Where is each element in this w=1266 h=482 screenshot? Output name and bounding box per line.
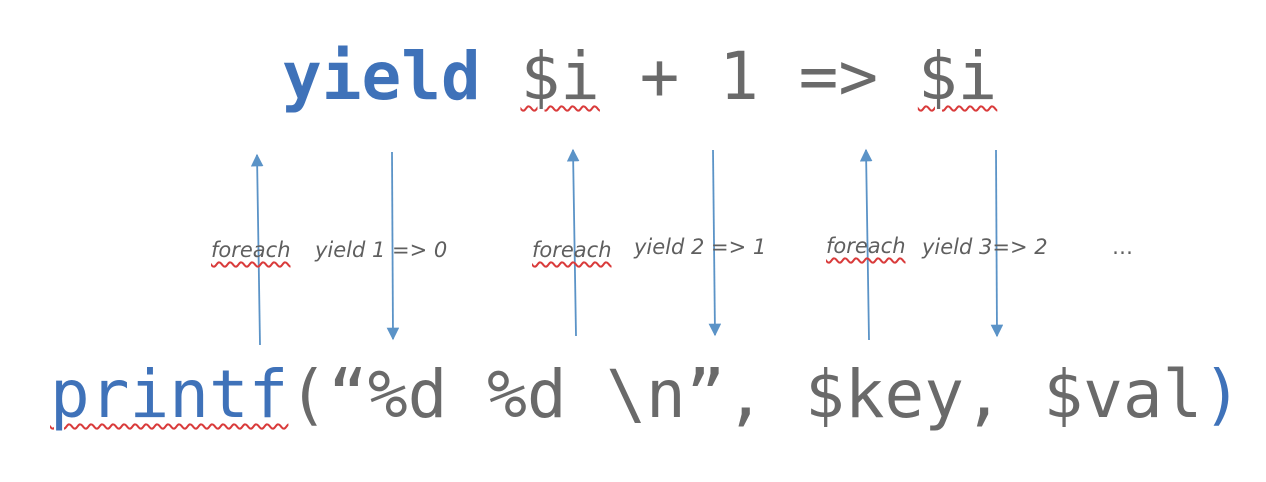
label-ellipsis: … xyxy=(1112,235,1133,259)
label-yield-1: yield 1 => 0 xyxy=(315,238,448,262)
printf-function: printf xyxy=(50,356,289,433)
label-yield-2: yield 2 => 1 xyxy=(634,235,767,259)
label-yield-3: yield 3=> 2 xyxy=(922,235,1048,259)
printf-close-paren: ) xyxy=(1202,356,1243,433)
printf-arguments: (“%d %d \n”, $key, $val xyxy=(288,356,1203,433)
label-foreach-3: foreach xyxy=(826,234,906,258)
diagram-canvas: yield $i + 1 => $i foreach yield 1 => 0 … xyxy=(0,0,1266,482)
label-foreach-2: foreach xyxy=(532,238,612,262)
label-foreach-1: foreach xyxy=(211,238,291,262)
printf-statement: printf(“%d %d \n”, $key, $val) xyxy=(50,362,1242,428)
